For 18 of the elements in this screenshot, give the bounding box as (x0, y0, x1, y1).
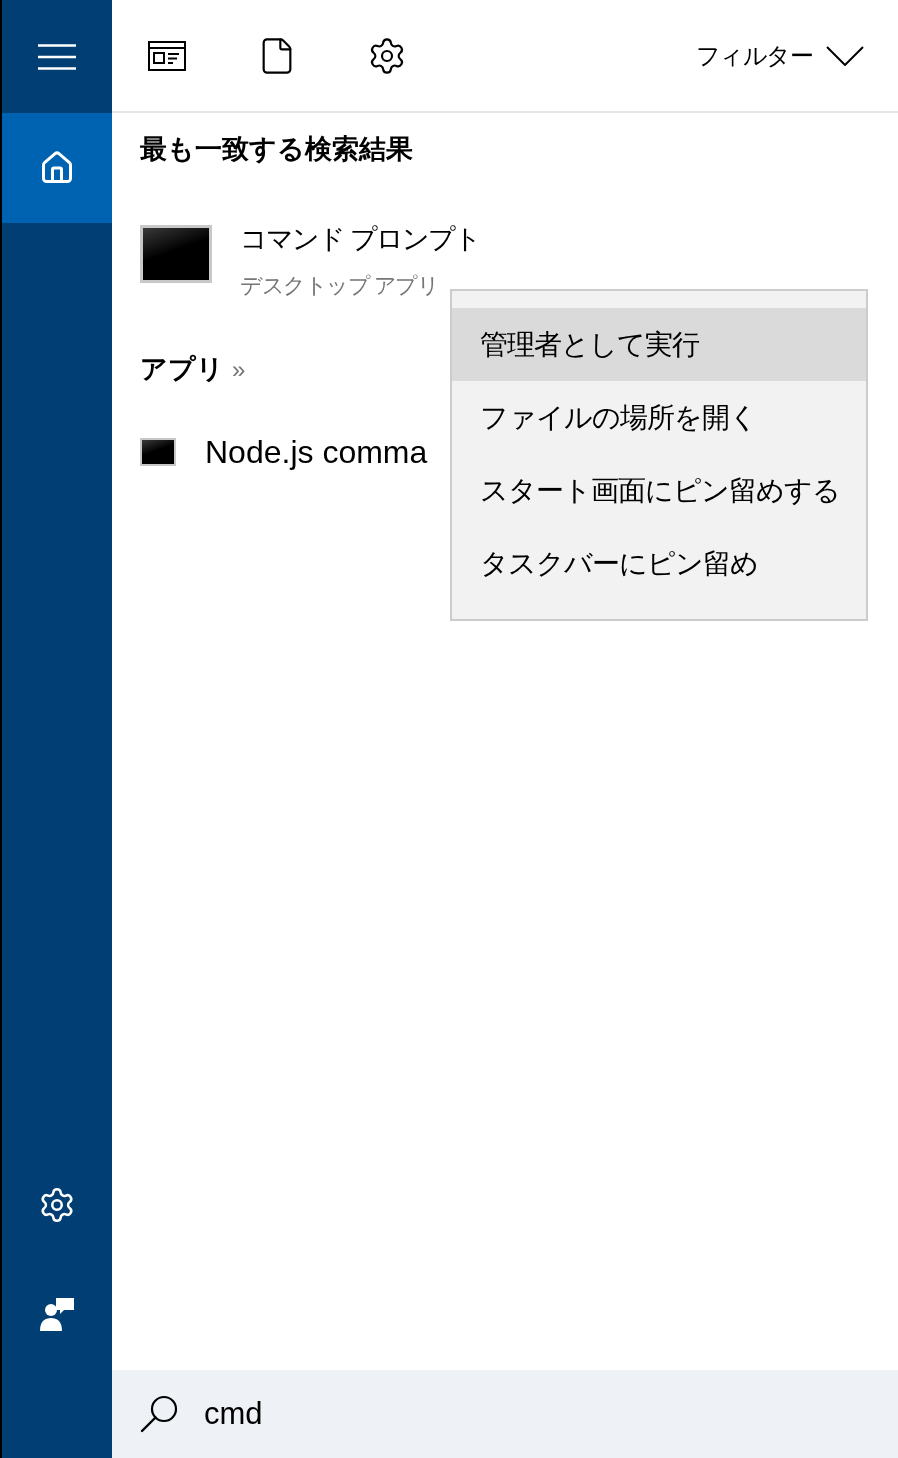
menu-icon (38, 43, 76, 70)
filter-dropdown[interactable]: フィルター (695, 25, 864, 86)
context-menu-item[interactable]: 管理者として実行 (452, 308, 866, 381)
search-box[interactable]: cmd (112, 1370, 898, 1458)
chevron-down-icon (826, 45, 864, 66)
best-match-item[interactable]: コマンド プロンプト デスクトップ アプリ (140, 221, 480, 302)
search-input[interactable]: cmd (204, 1389, 764, 1439)
home-icon (39, 150, 75, 186)
section-heading: 最も一致する検索結果 (140, 133, 413, 166)
apps-section-link[interactable]: アプリ » (140, 351, 246, 388)
search-icon (140, 1395, 178, 1433)
app-list-item[interactable]: Node.js comma (140, 432, 428, 472)
terminal-icon (140, 225, 212, 283)
settings-icon (38, 1186, 76, 1224)
person-speech-icon (39, 1297, 75, 1333)
terminal-icon (140, 438, 176, 466)
home-button[interactable] (2, 113, 112, 223)
app-window-icon (148, 40, 186, 71)
